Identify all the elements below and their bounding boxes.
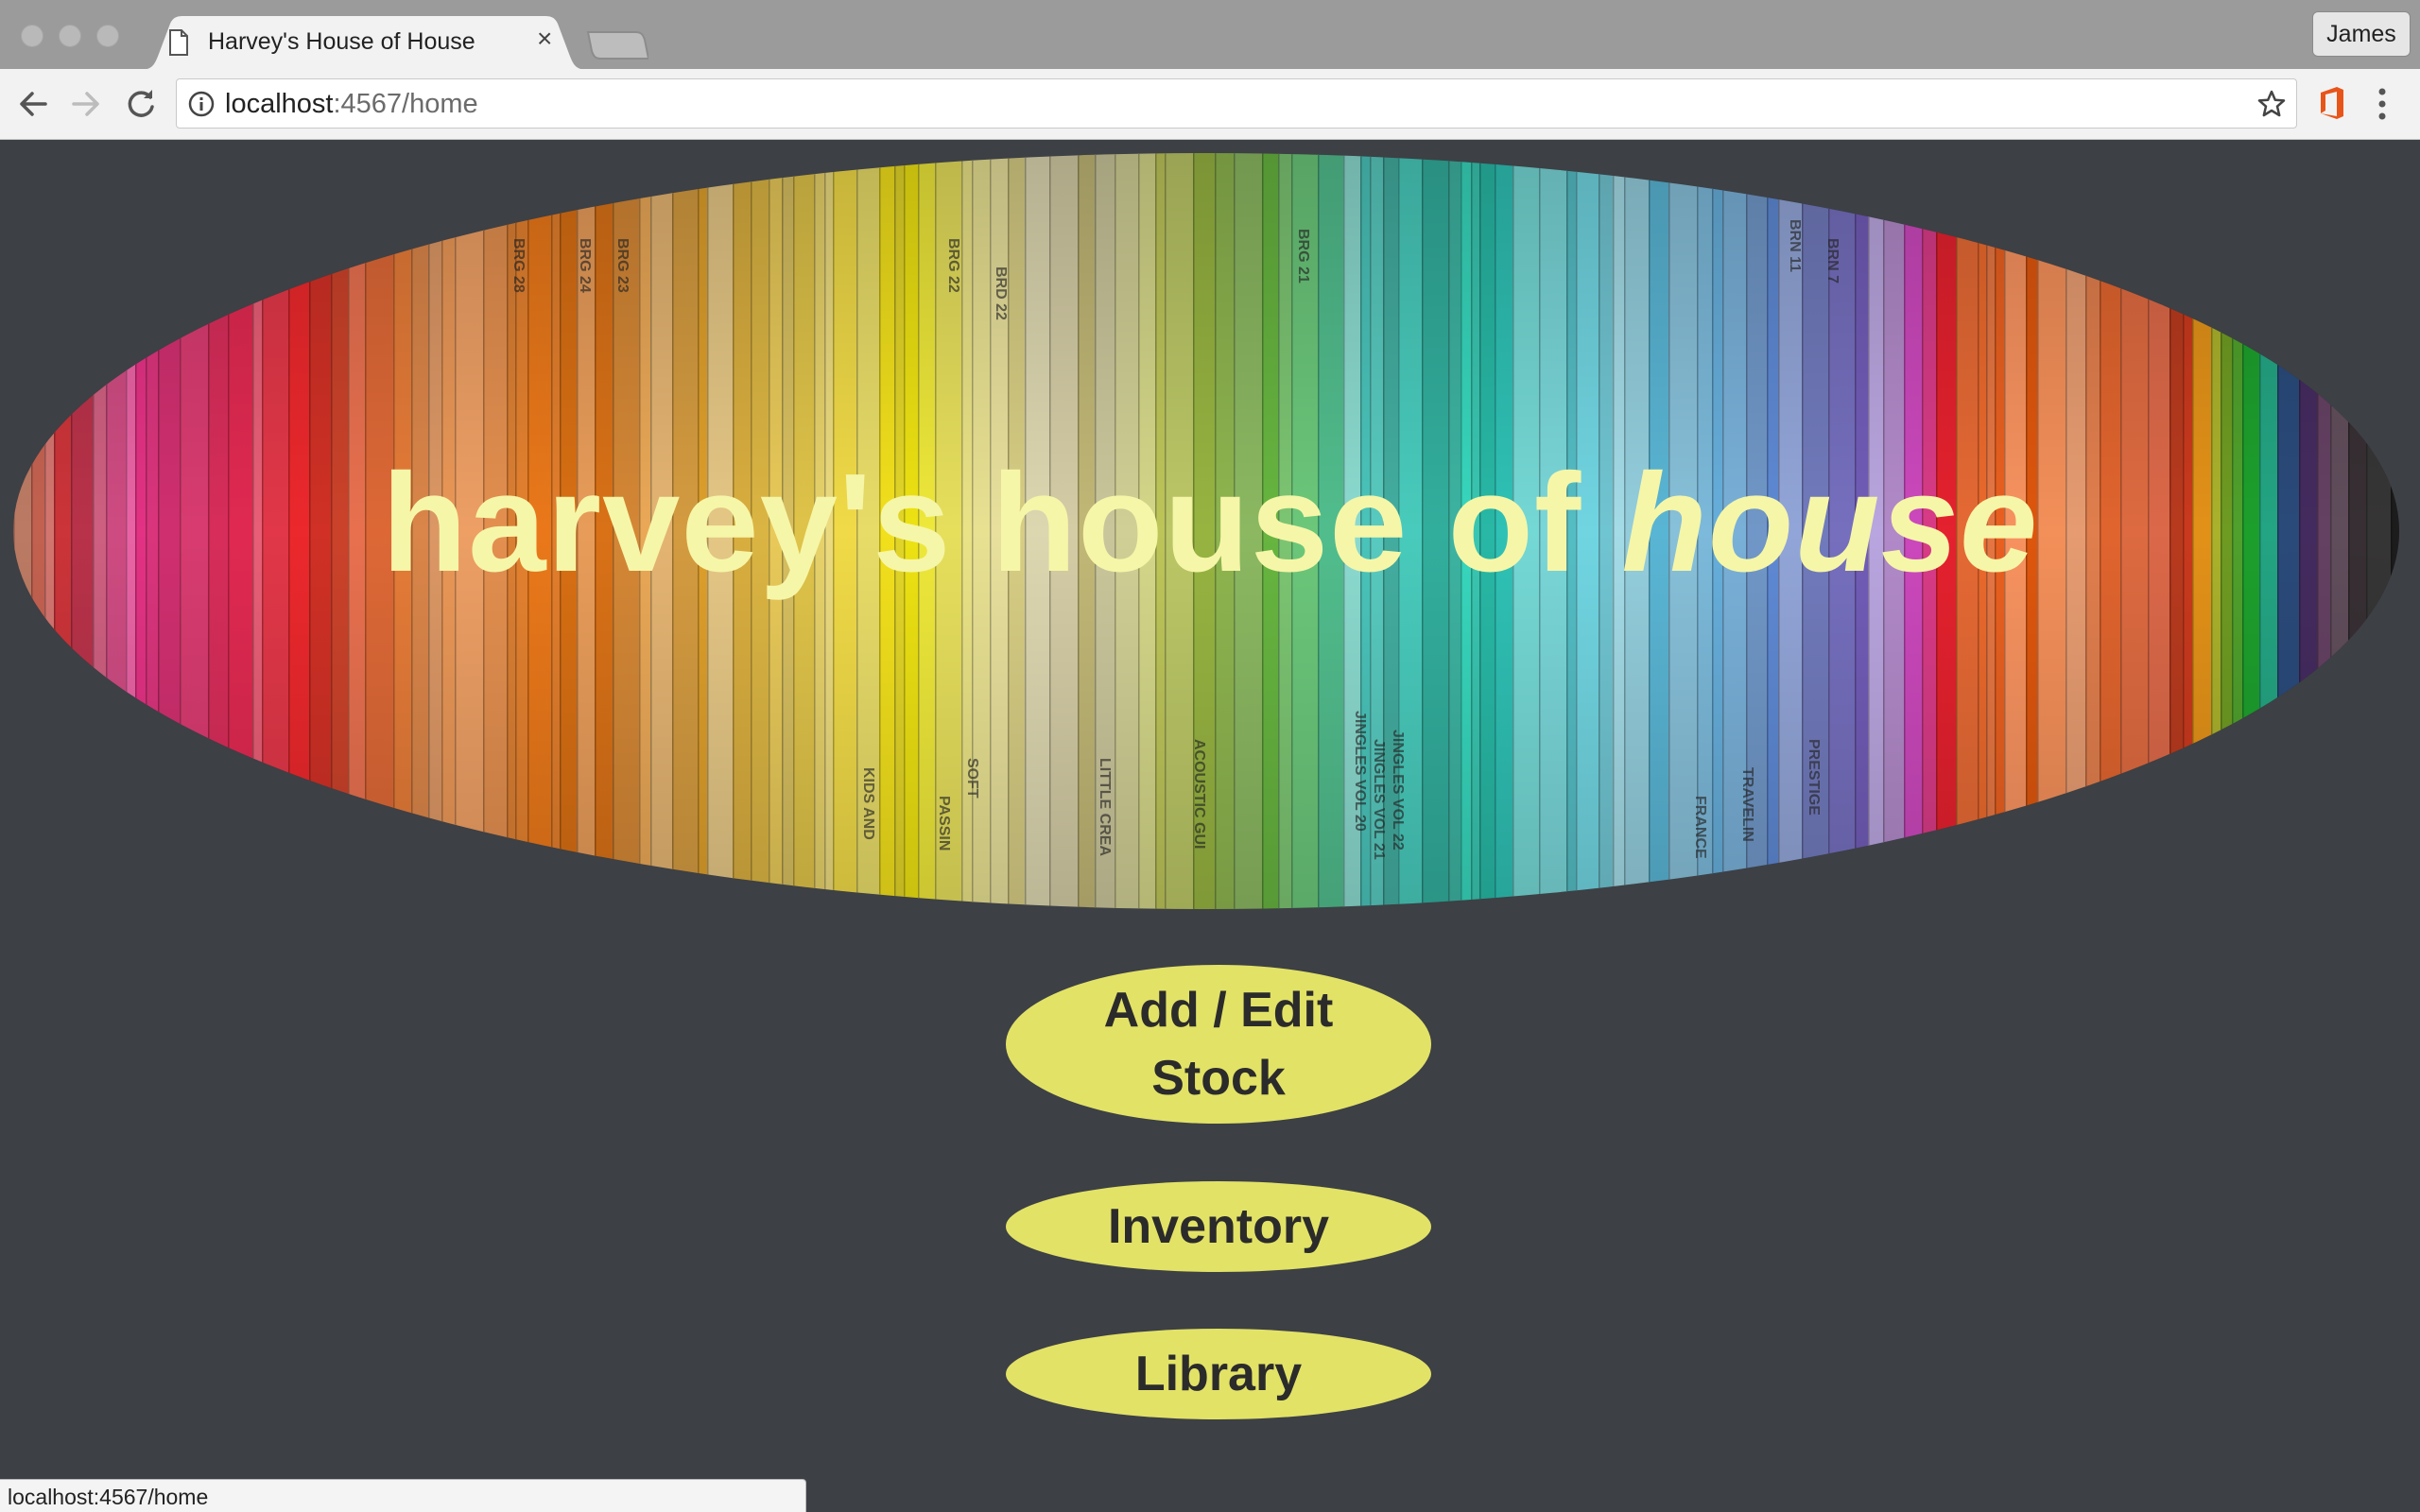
menu-dots-icon[interactable] bbox=[2375, 84, 2390, 124]
address-bar[interactable]: localhost:4567/home bbox=[176, 78, 2297, 129]
star-icon[interactable] bbox=[2256, 89, 2287, 119]
reload-icon[interactable] bbox=[121, 84, 161, 124]
library-button[interactable]: Library bbox=[1006, 1329, 1431, 1419]
url-text: localhost:4567/home bbox=[225, 89, 478, 120]
status-bubble: localhost:4567/home bbox=[0, 1479, 806, 1512]
office-icon[interactable] bbox=[2318, 85, 2346, 121]
url-path: :4567/home bbox=[333, 89, 478, 119]
add-edit-stock-label: Add / Edit Stock bbox=[1104, 976, 1334, 1112]
browser-tabstrip: Harvey's House of House × James bbox=[0, 0, 2420, 70]
hero-title-italic: house bbox=[1621, 445, 2039, 601]
window-minimize-light[interactable] bbox=[59, 25, 81, 47]
close-icon[interactable]: × bbox=[537, 26, 552, 52]
add-edit-label-line2: Stock bbox=[1151, 1051, 1286, 1106]
hero-title: harvey's house of house bbox=[0, 454, 2420, 593]
browser-tab-active[interactable]: Harvey's House of House × bbox=[140, 16, 588, 70]
forward-arrow-icon[interactable] bbox=[66, 84, 106, 124]
back-arrow-icon[interactable] bbox=[13, 84, 53, 124]
url-host: localhost bbox=[225, 89, 334, 119]
window-zoom-light[interactable] bbox=[96, 25, 119, 47]
add-edit-stock-button[interactable]: Add / Edit Stock bbox=[1006, 965, 1431, 1124]
info-icon[interactable] bbox=[188, 91, 215, 117]
profile-button[interactable]: James bbox=[2312, 11, 2411, 57]
hero-title-plain: harvey's house of bbox=[381, 445, 1622, 601]
add-edit-label-line1: Add / Edit bbox=[1103, 983, 1334, 1038]
window-close-light[interactable] bbox=[21, 25, 43, 47]
browser-toolbar: localhost:4567/home bbox=[0, 69, 2420, 140]
new-tab-button[interactable] bbox=[586, 30, 648, 60]
tab-title: Harvey's House of House bbox=[208, 28, 475, 55]
inventory-button[interactable]: Inventory bbox=[1006, 1181, 1431, 1272]
